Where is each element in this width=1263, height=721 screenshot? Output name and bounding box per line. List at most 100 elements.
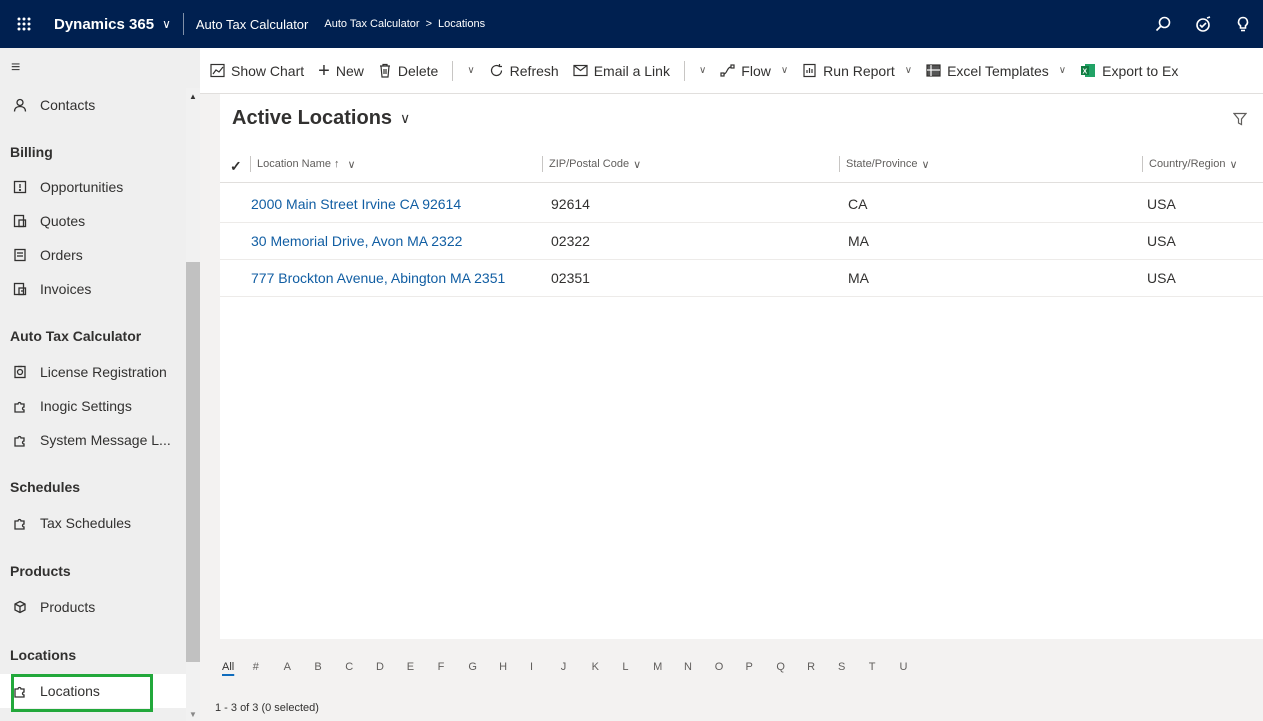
breadcrumb-separator-icon: > [425,18,432,30]
jump-letter[interactable]: H [499,661,530,673]
app-name-dropdown[interactable]: Dynamics 365 ∨ [54,16,171,33]
excel-templates-icon [926,64,941,77]
jump-letter[interactable]: B [314,661,345,673]
jump-letter[interactable]: D [376,661,407,673]
sidebar-item-products[interactable]: Products [0,590,186,624]
lightbulb-icon[interactable] [1223,0,1263,48]
jump-letter[interactable]: I [530,661,561,673]
jump-letter[interactable]: C [345,661,376,673]
sidebar-item-label: Inogic Settings [40,398,132,414]
refresh-button[interactable]: Refresh [489,63,559,79]
jump-letter[interactable]: M [653,661,684,673]
jump-letter[interactable]: Q [776,661,807,673]
jump-letter[interactable]: N [684,661,715,673]
sidebar-item-invoices[interactable]: Invoices [0,272,186,306]
column-header-location-name[interactable]: Location Name ↑ ∨ [250,146,356,182]
more-delete-options-button[interactable]: ∨ [463,65,474,76]
hamburger-menu-icon[interactable]: ≡ [0,48,200,88]
location-name-link[interactable]: 2000 Main Street Irvine CA 92614 [251,196,461,212]
show-chart-button[interactable]: Show Chart [210,63,304,79]
flow-button[interactable]: Flow ∨ [720,63,788,79]
divider [542,156,543,172]
sidebar-item-label: Tax Schedules [40,515,132,531]
sidebar-item-orders[interactable]: Orders [0,238,186,272]
task-flow-icon[interactable] [1183,0,1223,48]
chevron-down-icon: ∨ [467,65,475,76]
state-cell: CA [848,196,868,212]
jump-letter[interactable]: R [807,661,838,673]
column-header-zip[interactable]: ZIP/Postal Code ∨ [542,146,641,182]
location-name-link[interactable]: 777 Brockton Avenue, Abington MA 2351 [251,270,505,286]
scroll-up-arrow-icon[interactable]: ▲ [189,92,197,101]
jump-letter[interactable]: U [900,661,931,673]
new-button[interactable]: + New [318,59,364,82]
sidebar-item-tax-schedules[interactable]: Tax Schedules [0,506,186,540]
breadcrumb: Auto Tax Calculator > Locations [324,18,485,30]
sidebar-scrollbar[interactable]: ▲ ▼ [186,88,200,721]
jump-letter[interactable]: A [284,661,315,673]
quote-icon [12,213,28,229]
divider [220,182,1263,183]
select-all-checkmark-icon[interactable]: ✓ [230,158,242,175]
breadcrumb-item[interactable]: Auto Tax Calculator [324,18,419,30]
main-content: Active Locations ∨ ✓ Location Name ↑ ∨ Z… [200,94,1263,721]
app-launcher-icon[interactable] [0,0,48,48]
column-header-label: Location Name ↑ [257,158,340,170]
highlight-annotation-box [11,674,153,712]
chevron-down-icon: ∨ [162,17,171,31]
group-title-products: Products [10,563,71,579]
jump-letter[interactable]: # [253,661,284,673]
view-selector[interactable]: Active Locations ∨ [232,107,410,130]
excel-templates-label: Excel Templates [947,62,1049,79]
excel-templates-button[interactable]: Excel Templates ∨ [926,63,1066,79]
search-icon[interactable] [1143,0,1183,48]
jump-letter[interactable]: E [407,661,438,673]
jump-letter[interactable]: P [746,661,777,673]
scroll-down-arrow-icon[interactable]: ▼ [189,710,197,719]
jump-letter[interactable]: All [222,661,253,673]
email-link-button[interactable]: Email a Link [573,63,670,79]
export-to-excel-button[interactable]: X Export to Ex [1080,63,1178,79]
sidebar-item-quotes[interactable]: Quotes [0,204,186,238]
jump-letter[interactable]: O [715,661,746,673]
country-cell: USA [1147,196,1176,212]
sidebar-item-label: Quotes [40,213,86,229]
table-row[interactable]: 777 Brockton Avenue, Abington MA 2351 02… [220,260,1263,297]
jump-letter[interactable]: F [438,661,469,673]
run-report-button[interactable]: Run Report ∨ [802,63,912,79]
group-title-billing: Billing [10,144,53,160]
sidebar-item-label: System Message L... [40,432,171,448]
scrollbar-thumb[interactable] [186,262,200,662]
plus-icon: + [318,59,330,82]
sidebar-item-system-message[interactable]: System Message L... [0,423,186,457]
delete-button[interactable]: Delete [378,63,438,79]
new-label: New [335,62,364,79]
jump-letter[interactable]: J [561,661,592,673]
jump-letter[interactable]: S [838,661,869,673]
table-row[interactable]: 30 Memorial Drive, Avon MA 2322 02322 MA… [220,223,1263,260]
jump-letter[interactable]: L [622,661,653,673]
state-cell: MA [848,233,869,249]
filter-icon[interactable] [1232,112,1248,129]
sidebar-item-license-registration[interactable]: License Registration [0,355,186,389]
sidebar-item-opportunities[interactable]: Opportunities [0,170,186,204]
sidebar-item-label: Contacts [40,97,96,113]
group-title-schedules: Schedules [10,479,81,495]
chevron-down-icon: ∨ [400,110,411,126]
more-email-options-button[interactable]: ∨ [695,65,706,76]
jump-letter[interactable]: G [468,661,499,673]
grid-panel: Active Locations ∨ ✓ Location Name ↑ ∨ Z… [220,94,1263,639]
sidebar-item-contacts[interactable]: Contacts [0,88,186,122]
divider [683,60,685,81]
sidebar-item-inogic-settings[interactable]: Inogic Settings [0,389,186,423]
puzzle-icon [12,432,28,448]
table-row[interactable]: 2000 Main Street Irvine CA 92614 92614 C… [220,186,1263,223]
location-name-link[interactable]: 30 Memorial Drive, Avon MA 2322 [251,233,462,249]
column-header-country[interactable]: Country/Region ∨ [1142,146,1238,182]
jump-letter[interactable]: T [869,661,900,673]
chevron-down-icon: ∨ [904,65,913,76]
jump-letter[interactable]: K [592,661,623,673]
column-header-state[interactable]: State/Province ∨ [839,146,930,182]
app-title[interactable]: Auto Tax Calculator [196,17,309,32]
column-header-label: State/Province [846,158,918,170]
